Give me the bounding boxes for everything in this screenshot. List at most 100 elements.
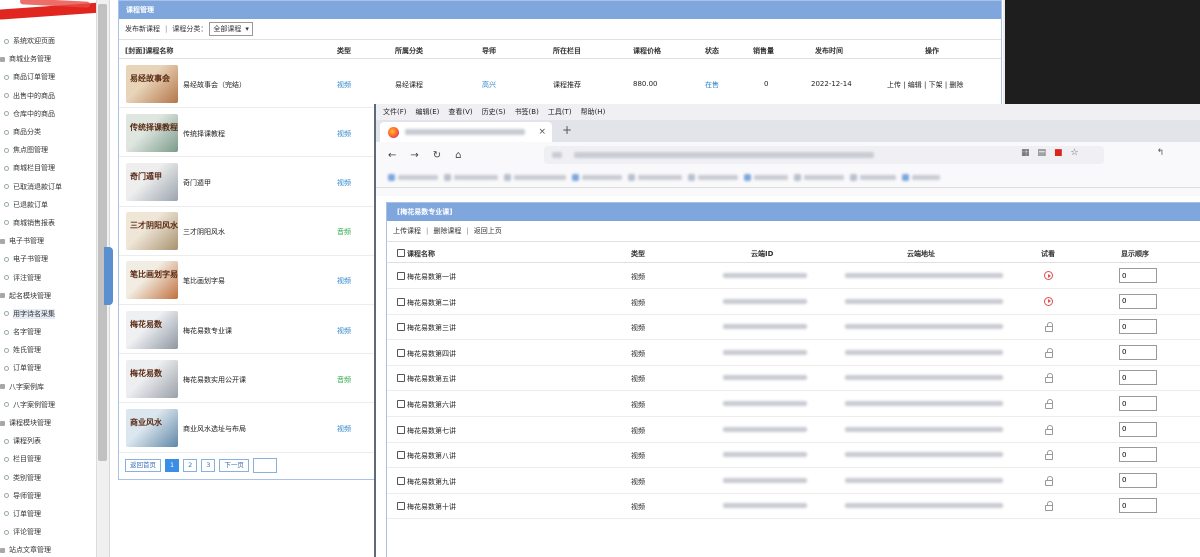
display-order-input[interactable]	[1119, 472, 1157, 488]
course-name[interactable]: 三才阴阳风水	[183, 227, 225, 237]
sidebar-item[interactable]: 八字案例管理	[0, 396, 96, 414]
pager-home-button[interactable]: 返回首页	[125, 459, 161, 472]
new-tab-icon[interactable]: +	[562, 123, 572, 137]
sidebar-item[interactable]: 订单管理	[0, 505, 96, 523]
row-checkbox[interactable]	[397, 476, 405, 485]
bookmark-item[interactable]	[744, 174, 788, 181]
back-icon[interactable]: ←	[388, 150, 396, 161]
sidebar-item[interactable]: 商品订单管理	[0, 68, 96, 86]
sidebar-item[interactable]: 评论管理	[0, 523, 96, 541]
bookmark-item[interactable]	[572, 174, 622, 181]
close-tab-icon[interactable]: ×	[538, 127, 546, 137]
course-cover-image[interactable]: 梅花易数	[126, 359, 178, 398]
sidebar-item[interactable]: 用字诗名采集	[0, 305, 96, 323]
lesson-toolbar-link[interactable]: 上传课程	[393, 226, 421, 236]
address-bar[interactable]	[544, 146, 1104, 164]
sidebar-item[interactable]: 商城销售报表	[0, 214, 96, 232]
browser-menu-item[interactable]: 帮助(H)	[581, 107, 606, 117]
browser-menu-item[interactable]: 书签(B)	[515, 107, 539, 117]
browser-menu-item[interactable]: 历史(S)	[482, 107, 506, 117]
sidebar-item[interactable]: 导师管理	[0, 487, 96, 505]
sidebar-item[interactable]: 电子书管理	[0, 250, 96, 268]
course-cover-image[interactable]: 奇门遁甲	[126, 162, 178, 201]
row-checkbox[interactable]	[397, 323, 405, 332]
course-cover-image[interactable]: 易经故事会	[126, 64, 178, 103]
display-order-input[interactable]	[1119, 370, 1157, 386]
pager-jump-input[interactable]	[252, 458, 277, 473]
course-name[interactable]: 易经故事会（完结）	[183, 80, 246, 90]
lesson-toolbar-link[interactable]: 删除课程	[433, 226, 461, 236]
forward-icon[interactable]: →	[410, 150, 418, 161]
display-order-input[interactable]	[1119, 447, 1157, 463]
grid-icon[interactable]: ▦	[1021, 148, 1030, 158]
extension-icon[interactable]: ■	[1054, 148, 1063, 158]
sidebar-item[interactable]: 课程列表	[0, 432, 96, 450]
sidebar-item[interactable]: 课程模块管理	[0, 414, 96, 432]
sidebar-item[interactable]: 类别管理	[0, 469, 96, 487]
sidebar-item[interactable]: 栏目管理	[0, 450, 96, 468]
publish-course-link[interactable]: 发布新课程	[125, 24, 160, 34]
sidebar-item[interactable]: 评注管理	[0, 268, 96, 286]
bookmark-item[interactable]	[850, 174, 896, 181]
sidebar-item[interactable]: 焦点图管理	[0, 141, 96, 159]
row-checkbox[interactable]	[397, 425, 405, 434]
sidebar-item[interactable]: 起名模块管理	[0, 287, 96, 305]
course-name[interactable]: 梅花易数实用公开课	[183, 375, 246, 385]
reload-icon[interactable]: ↻	[433, 150, 441, 161]
lesson-toolbar-link[interactable]: 返回上页	[474, 226, 502, 236]
pager-page-button[interactable]: 1	[165, 459, 180, 472]
row-checkbox[interactable]	[397, 502, 405, 511]
browser-menu-item[interactable]: 文件(F)	[383, 107, 407, 117]
translate-icon[interactable]: ▤	[1038, 148, 1047, 158]
pager-next-button[interactable]: 下一页	[219, 459, 249, 472]
sidebar-scrollbar-thumb[interactable]	[98, 4, 107, 461]
course-cover-image[interactable]: 三才阴阳风水	[126, 212, 178, 251]
pager-page-button[interactable]: 2	[183, 459, 198, 472]
course-name[interactable]: 商业风水选址与布局	[183, 424, 246, 434]
play-icon[interactable]	[1044, 296, 1053, 306]
course-cover-image[interactable]: 笔比画划字易	[126, 261, 178, 300]
sidebar-item[interactable]: 系统欢迎页面	[0, 32, 96, 50]
sidebar-item[interactable]: 仓库中的商品	[0, 105, 96, 123]
star-icon[interactable]: ☆	[1071, 148, 1079, 158]
row-checkbox[interactable]	[397, 348, 405, 357]
sidebar-item[interactable]: 电子书管理	[0, 232, 96, 250]
sidebar-item[interactable]: 商城业务管理	[0, 50, 96, 68]
display-order-input[interactable]	[1119, 498, 1157, 514]
bookmark-item[interactable]	[388, 174, 438, 181]
browser-menu-item[interactable]: 编辑(E)	[416, 107, 440, 117]
bookmark-item[interactable]	[794, 174, 844, 181]
display-order-input[interactable]	[1119, 396, 1157, 411]
reply-icon[interactable]: ↰	[1157, 148, 1165, 158]
bookmark-item[interactable]	[902, 174, 940, 181]
display-order-input[interactable]	[1119, 268, 1157, 283]
sidebar-item[interactable]: 姓氏管理	[0, 341, 96, 359]
course-name[interactable]: 奇门遁甲	[183, 178, 211, 188]
row-actions[interactable]: 上传 | 编辑 | 下架 | 删除	[887, 80, 963, 90]
bookmark-item[interactable]	[504, 174, 566, 181]
sidebar-item[interactable]: 名字管理	[0, 323, 96, 341]
category-select[interactable]: 全部课程 ▾	[209, 22, 253, 36]
sidebar-item[interactable]: 八字案例库	[0, 378, 96, 396]
browser-tab[interactable]: ×	[380, 122, 552, 142]
course-name[interactable]: 笔比画划字易	[183, 276, 225, 286]
play-icon[interactable]	[1044, 271, 1053, 280]
course-name[interactable]: 梅花易数专业课	[183, 326, 232, 336]
row-checkbox[interactable]	[397, 272, 405, 280]
display-order-input[interactable]	[1119, 421, 1157, 437]
sidebar-item[interactable]: 出售中的商品	[0, 87, 96, 105]
row-checkbox[interactable]	[397, 451, 405, 460]
sidebar-item[interactable]: 已退款订单	[0, 196, 96, 214]
browser-menu-item[interactable]: 查看(V)	[448, 107, 472, 117]
sidebar-item[interactable]: 站点文章管理	[0, 541, 96, 557]
course-name[interactable]: 传统择课教程	[183, 129, 225, 139]
bookmark-item[interactable]	[444, 174, 498, 181]
select-all-checkbox[interactable]	[397, 249, 405, 257]
bookmark-item[interactable]	[688, 174, 738, 181]
row-checkbox[interactable]	[397, 297, 405, 306]
sidebar-collapse-handle[interactable]	[104, 247, 113, 305]
display-order-input[interactable]	[1119, 319, 1157, 335]
course-cover-image[interactable]: 商业风水	[126, 408, 178, 447]
row-checkbox[interactable]	[397, 374, 405, 383]
sidebar-item[interactable]: 商品分类	[0, 123, 96, 141]
